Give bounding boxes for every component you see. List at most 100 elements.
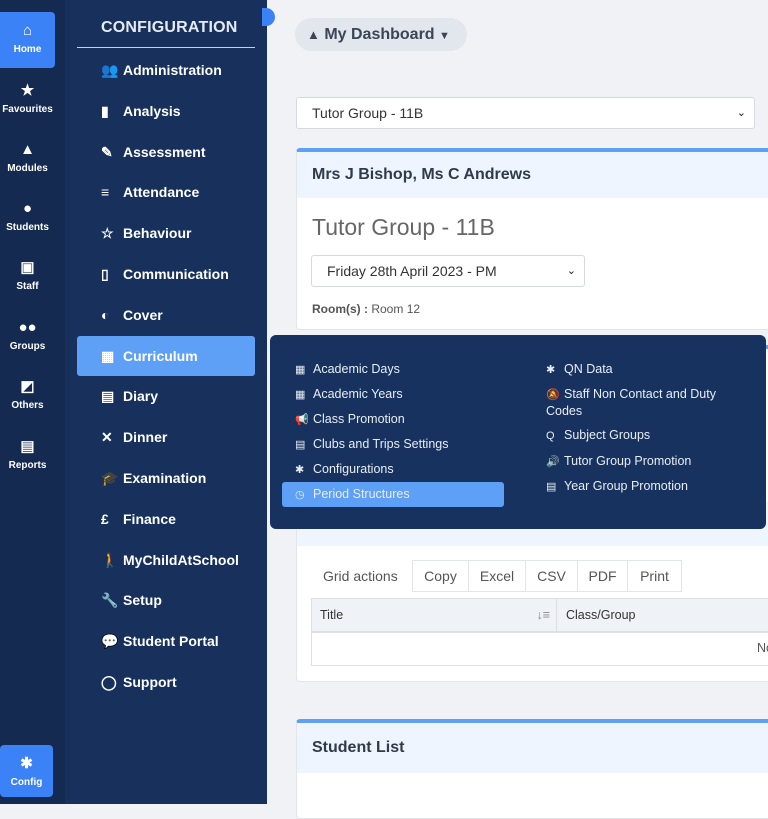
date-select-value: Friday 28th April 2023 - PM <box>327 263 497 279</box>
submenu-icon: ◷ <box>295 489 305 501</box>
home-icon: ⌂ <box>22 22 33 39</box>
rail-staff[interactable]: ▣ Staff <box>0 249 55 305</box>
config-item-examination[interactable]: 🎓 Examination <box>77 458 255 498</box>
config-item-label: Examination <box>123 470 207 486</box>
rail-home[interactable]: ⌂ Home <box>0 12 55 68</box>
assessment-icon: ✎ <box>101 143 113 160</box>
cover-icon: ◐ <box>101 306 110 323</box>
data-table: Title ↓≡ Class/Group No <box>311 598 768 666</box>
config-item-student-portal[interactable]: 💬 Student Portal <box>77 621 255 661</box>
submenu-item-year-group-promotion[interactable]: ▤ Year Group Promotion <box>546 478 736 495</box>
rail-label: Others <box>11 400 44 411</box>
dashboard-icon: ▲ <box>307 27 320 42</box>
student-portal-icon: 💬 <box>101 633 119 650</box>
submenu-item-qn-data[interactable]: ✱ QN Data <box>546 361 736 378</box>
submenu-item-configurations[interactable]: ✱ Configurations <box>295 461 394 478</box>
submenu-label: QN Data <box>564 362 613 376</box>
pdf-button[interactable]: PDF <box>577 560 628 592</box>
rail-label: Reports <box>8 460 47 471</box>
config-item-label: Curriculum <box>123 347 198 364</box>
config-item-label: Dinner <box>123 429 168 446</box>
chevron-down-icon: ⌄ <box>566 265 576 277</box>
submenu-label: Staff Non Contact and Duty Codes <box>546 387 716 418</box>
collapse-handle[interactable] <box>262 8 275 26</box>
date-select[interactable]: Friday 28th April 2023 - PM ⌄ <box>311 255 585 287</box>
submenu-label: Tutor Group Promotion <box>564 454 692 468</box>
dashboard-label: My Dashboard <box>324 26 435 43</box>
empty-table-message: No <box>757 641 768 655</box>
config-item-setup[interactable]: 🔧 Setup <box>77 580 255 620</box>
rail-modules[interactable]: ▲ Modules <box>0 131 55 187</box>
support-icon: ◯ <box>101 674 117 690</box>
card-header: Student List <box>297 723 768 773</box>
config-item-finance[interactable]: £ Finance <box>77 499 255 539</box>
submenu-icon: ▤ <box>546 481 557 493</box>
config-item-label: MyChildAtSchool <box>123 551 239 568</box>
rail-config[interactable]: ✱ Config <box>0 745 53 797</box>
shapes-icon: ▲ <box>20 141 35 158</box>
users-icon: ●● <box>18 319 37 336</box>
student-list-card: Student List <box>296 719 768 819</box>
config-item-diary[interactable]: ▤ Diary <box>77 376 255 416</box>
submenu-item-academic-years[interactable]: ▦ Academic Years <box>295 386 403 403</box>
tutor-group-title: Tutor Group - 11B <box>312 214 495 240</box>
my-dashboard-dropdown[interactable]: ▲ My Dashboard ▼ <box>295 18 467 51</box>
room-value: Room 12 <box>371 302 421 316</box>
submenu-label: Configurations <box>313 462 394 476</box>
config-item-label: Finance <box>123 510 176 527</box>
submenu-label: Year Group Promotion <box>564 479 688 493</box>
submenu-item-tutor-group-promotion[interactable]: 🔊 Tutor Group Promotion <box>546 453 736 470</box>
rail-label: Students <box>6 222 49 233</box>
rail-groups[interactable]: ●● Groups <box>0 309 55 365</box>
rail-students[interactable]: ● Students <box>0 190 55 246</box>
csv-button[interactable]: CSV <box>525 560 578 592</box>
column-header-title[interactable]: Title ↓≡ <box>312 599 557 631</box>
submenu-item-class-promotion[interactable]: 📢 Class Promotion <box>295 411 405 428</box>
rail-favourites[interactable]: ★ Favourites <box>0 72 55 128</box>
config-item-attendance[interactable]: ≡ Attendance <box>77 172 255 212</box>
rail-reports[interactable]: ▤ Reports <box>0 428 55 484</box>
rail-label: Groups <box>9 341 46 352</box>
config-item-cover[interactable]: ◐ Cover <box>77 295 255 335</box>
rail-label: Staff <box>16 281 39 292</box>
submenu-item-subject-groups[interactable]: Q Subject Groups <box>546 427 736 444</box>
card-header: Mrs J Bishop, Ms C Andrews <box>297 152 768 198</box>
submenu-icon: ▤ <box>295 439 306 451</box>
curriculum-icon: ▦ <box>101 347 115 364</box>
rail-label: Home <box>13 44 42 55</box>
behaviour-icon: ☆ <box>101 225 114 242</box>
group-select-value: Tutor Group - 11B <box>312 105 424 121</box>
column-title-label: Title <box>320 608 344 622</box>
copy-button[interactable]: Copy <box>412 560 469 592</box>
config-item-behaviour[interactable]: ☆ Behaviour <box>77 213 255 253</box>
submenu-item-period-structures[interactable]: ◷ Period Structures <box>282 482 504 507</box>
group-select[interactable]: Tutor Group - 11B ⌄ <box>296 97 755 129</box>
staff-board-icon: ▣ <box>20 259 35 276</box>
submenu-item-staff-non-contact-and-duty-codes[interactable]: 🔕 Staff Non Contact and Duty Codes <box>546 386 736 419</box>
config-item-support[interactable]: ◯ Support <box>77 662 255 702</box>
excel-button[interactable]: Excel <box>468 560 526 592</box>
mychildatschool-icon: 🚶 <box>101 551 119 568</box>
config-title: CONFIGURATION <box>101 19 238 36</box>
config-item-analysis[interactable]: ▮ Analysis <box>77 91 255 131</box>
administration-icon: 👥 <box>101 62 119 78</box>
config-item-dinner[interactable]: ✕ Dinner <box>77 417 255 457</box>
room-label: Room(s) : <box>312 302 368 316</box>
config-item-communication[interactable]: ▯ Communication <box>77 254 255 294</box>
config-item-curriculum[interactable]: ▦ Curriculum <box>77 335 255 376</box>
config-item-label: Support <box>123 674 177 690</box>
submenu-item-academic-days[interactable]: ▦ Academic Days <box>295 361 400 378</box>
config-item-mychildatschool[interactable]: 🚶 MyChildAtSchool <box>77 540 255 580</box>
column-header-class-group[interactable]: Class/Group <box>566 599 635 631</box>
config-item-assessment[interactable]: ✎ Assessment <box>77 132 255 172</box>
config-item-label: Attendance <box>123 184 200 201</box>
submenu-icon: Q <box>546 430 555 442</box>
config-item-administration[interactable]: 👥 Administration <box>77 50 255 90</box>
dinner-icon: ✕ <box>101 429 113 446</box>
rail-others[interactable]: ◩ Others <box>0 368 55 424</box>
chevron-down-icon: ▼ <box>439 30 450 42</box>
submenu-item-clubs-and-trips-settings[interactable]: ▤ Clubs and Trips Settings <box>295 436 449 453</box>
print-button[interactable]: Print <box>627 560 682 592</box>
sort-icon[interactable]: ↓≡ <box>536 599 550 631</box>
submenu-label: Period Structures <box>313 487 410 501</box>
